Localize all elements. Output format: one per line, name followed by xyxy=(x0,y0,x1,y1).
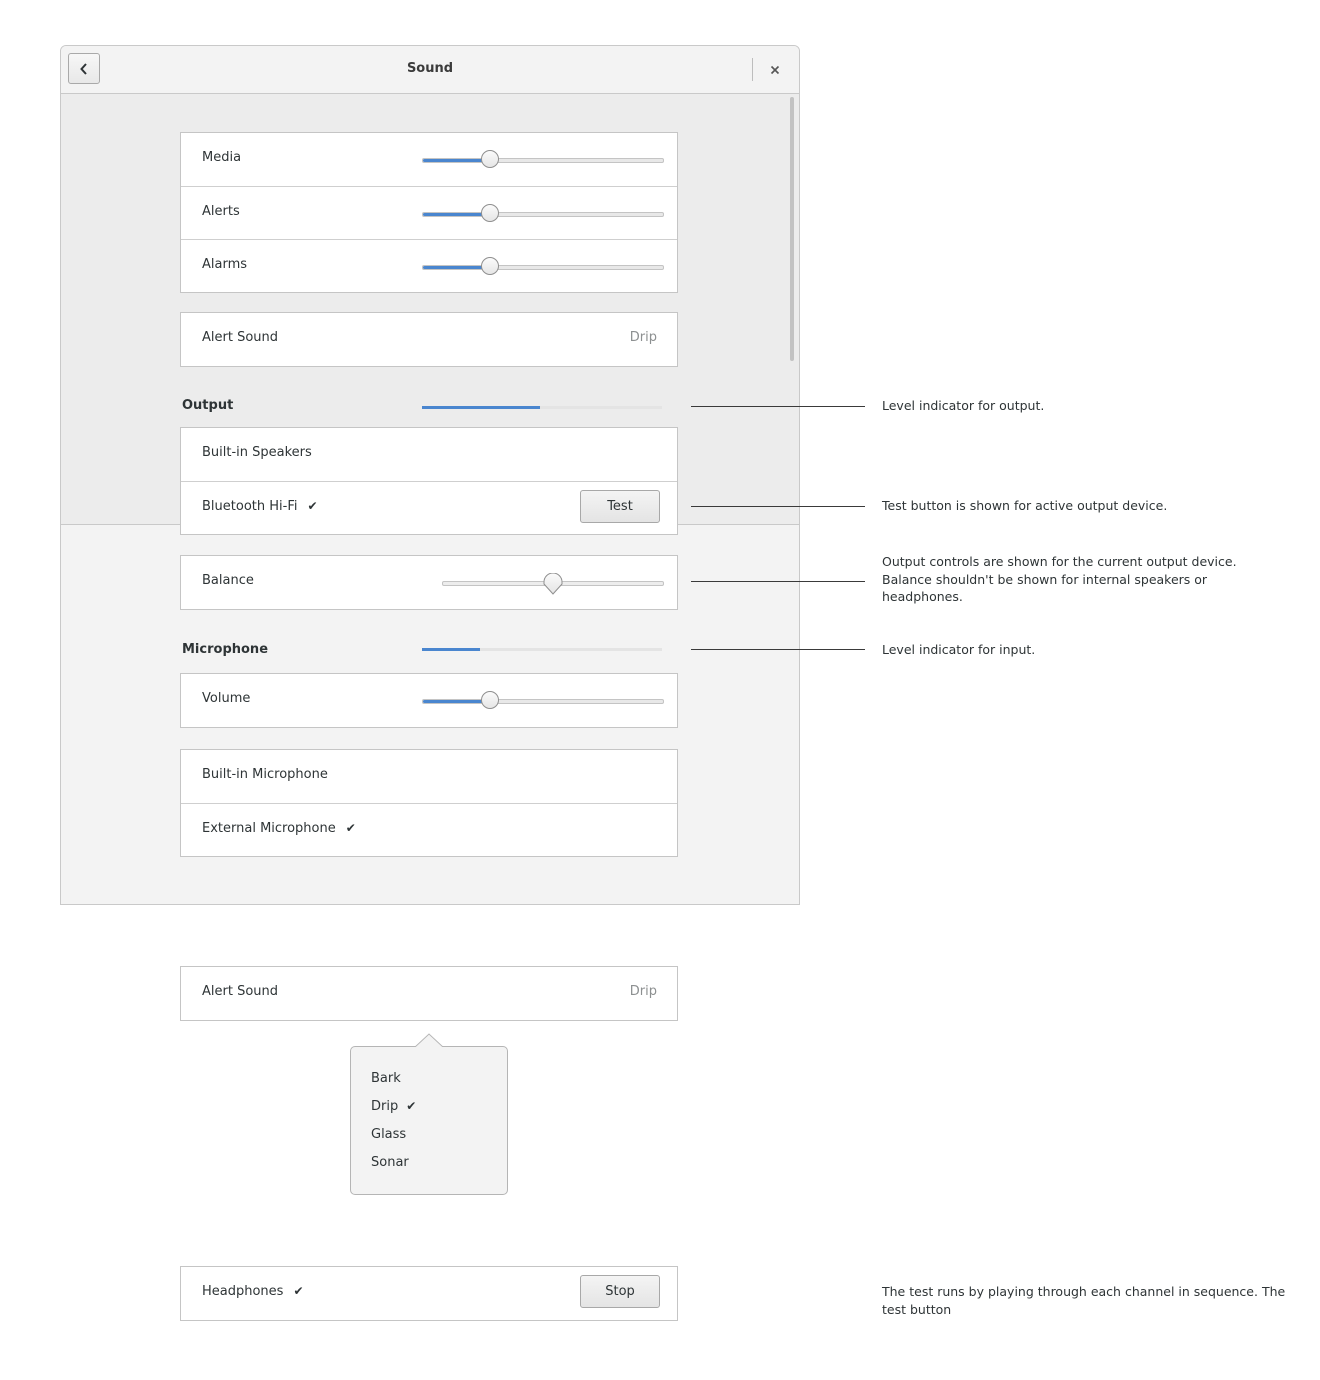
test-button[interactable]: Test xyxy=(580,490,660,523)
window-title: Sound xyxy=(406,61,454,76)
device-label: Built-in Speakers xyxy=(202,445,312,460)
device-row-external-microphone[interactable]: External Microphone ✔ xyxy=(181,803,677,856)
annotation-line-text: Output controls are shown for the curren… xyxy=(882,554,1237,569)
list-row-alarms: Alarms xyxy=(181,239,677,292)
alert-sound-popover: Bark Drip ✔ Glass Sonar xyxy=(350,1046,508,1195)
popover-arrow xyxy=(415,1033,443,1048)
device-row-built-in-speakers[interactable]: Built-in Speakers xyxy=(181,428,677,481)
titlebar-separator xyxy=(752,58,753,81)
microphone-volume-label: Volume xyxy=(202,691,251,706)
checkmark-icon: ✔ xyxy=(345,821,356,835)
input-level-indicator xyxy=(422,648,662,651)
headphones-row-example[interactable]: Headphones ✔ Stop xyxy=(180,1266,678,1321)
device-row-built-in-microphone[interactable]: Built-in Microphone xyxy=(181,750,677,803)
list-row-alerts: Alerts xyxy=(181,186,677,239)
volume-list: Media Alerts Alarms xyxy=(180,132,678,293)
annotation-line-text: headphones. xyxy=(882,589,963,604)
device-label: External Microphone xyxy=(202,821,336,836)
annotation-test-runs: The test runs by playing through each ch… xyxy=(882,1283,1285,1318)
annotation-line xyxy=(691,649,865,650)
slider-fill xyxy=(423,159,491,162)
alerts-label: Alerts xyxy=(202,204,240,219)
annotation-line-text: The test runs by playing through each ch… xyxy=(882,1284,1286,1299)
checkmark-icon: ✔ xyxy=(293,1284,304,1298)
alert-sound-label: Alert Sound xyxy=(202,330,279,345)
level-fill xyxy=(422,406,540,409)
annotation-test-button: Test button is shown for active output d… xyxy=(882,498,1168,513)
annotation-input-level: Level indicator for input. xyxy=(882,642,1036,657)
alarms-label: Alarms xyxy=(202,257,248,272)
slider-knob[interactable] xyxy=(481,691,500,709)
annotation-line xyxy=(691,581,865,582)
device-label: Headphones xyxy=(202,1284,284,1299)
device-label: Bluetooth Hi-Fi xyxy=(202,499,298,514)
alert-sound-row[interactable]: Alert Sound Drip xyxy=(180,312,678,367)
annotation-line xyxy=(691,406,865,407)
alert-sound-value: Drip xyxy=(629,984,657,999)
microphone-volume-row: Volume xyxy=(180,673,678,728)
level-fill xyxy=(422,648,480,651)
popover-item-label: Drip xyxy=(371,1099,399,1114)
balance-label: Balance xyxy=(202,573,254,588)
balance-row: Balance xyxy=(180,555,678,610)
device-row-bluetooth-hifi[interactable]: Bluetooth Hi-Fi ✔ Test xyxy=(181,481,677,534)
list-row-media: Media xyxy=(181,133,677,186)
stop-button[interactable]: Stop xyxy=(580,1275,660,1308)
input-device-list: Built-in Microphone External Microphone ✔ xyxy=(180,749,678,857)
annotation-output-level: Level indicator for output. xyxy=(882,398,1045,413)
output-device-list: Built-in Speakers Bluetooth Hi-Fi ✔ Test xyxy=(180,427,678,535)
slider-fill xyxy=(423,213,491,216)
popover-item-bark[interactable]: Bark xyxy=(371,1071,401,1086)
alarms-volume-slider[interactable] xyxy=(422,257,664,275)
output-level-indicator xyxy=(422,406,662,409)
annotation-line-text: Balance shouldn't be shown for internal … xyxy=(882,571,1208,587)
microphone-volume-slider[interactable] xyxy=(422,691,664,709)
output-section-title: Output xyxy=(182,398,234,413)
slider-knob[interactable] xyxy=(481,150,500,168)
annotation-line-text: test button xyxy=(882,1301,952,1317)
slider-knob[interactable] xyxy=(481,204,500,222)
media-volume-slider[interactable] xyxy=(422,150,664,168)
alerts-volume-slider[interactable] xyxy=(422,204,664,222)
slider-fill xyxy=(423,266,491,269)
slider-knob[interactable] xyxy=(481,257,500,275)
alert-sound-row-example[interactable]: Alert Sound Drip xyxy=(180,966,678,1021)
slider-fill xyxy=(423,700,491,703)
checkmark-icon: ✔ xyxy=(406,1099,417,1113)
checkmark-icon: ✔ xyxy=(307,499,318,513)
alert-sound-value: Drip xyxy=(629,330,657,345)
media-label: Media xyxy=(202,150,242,165)
microphone-section-title: Microphone xyxy=(182,642,269,657)
scrollbar[interactable] xyxy=(790,97,794,361)
device-label: Built-in Microphone xyxy=(202,767,328,782)
header-bar: Sound xyxy=(61,46,799,94)
close-icon xyxy=(770,65,780,75)
alert-sound-label: Alert Sound xyxy=(202,984,279,999)
popover-item-glass[interactable]: Glass xyxy=(371,1127,406,1142)
popover-item-sonar[interactable]: Sonar xyxy=(371,1155,409,1170)
annotation-balance: Output controls are shown for the curren… xyxy=(882,553,1237,606)
annotation-line xyxy=(691,506,865,507)
popover-item-drip[interactable]: Drip ✔ xyxy=(371,1099,416,1114)
close-button[interactable] xyxy=(763,58,787,82)
balance-knob[interactable] xyxy=(543,573,563,595)
balance-slider[interactable] xyxy=(442,573,664,595)
